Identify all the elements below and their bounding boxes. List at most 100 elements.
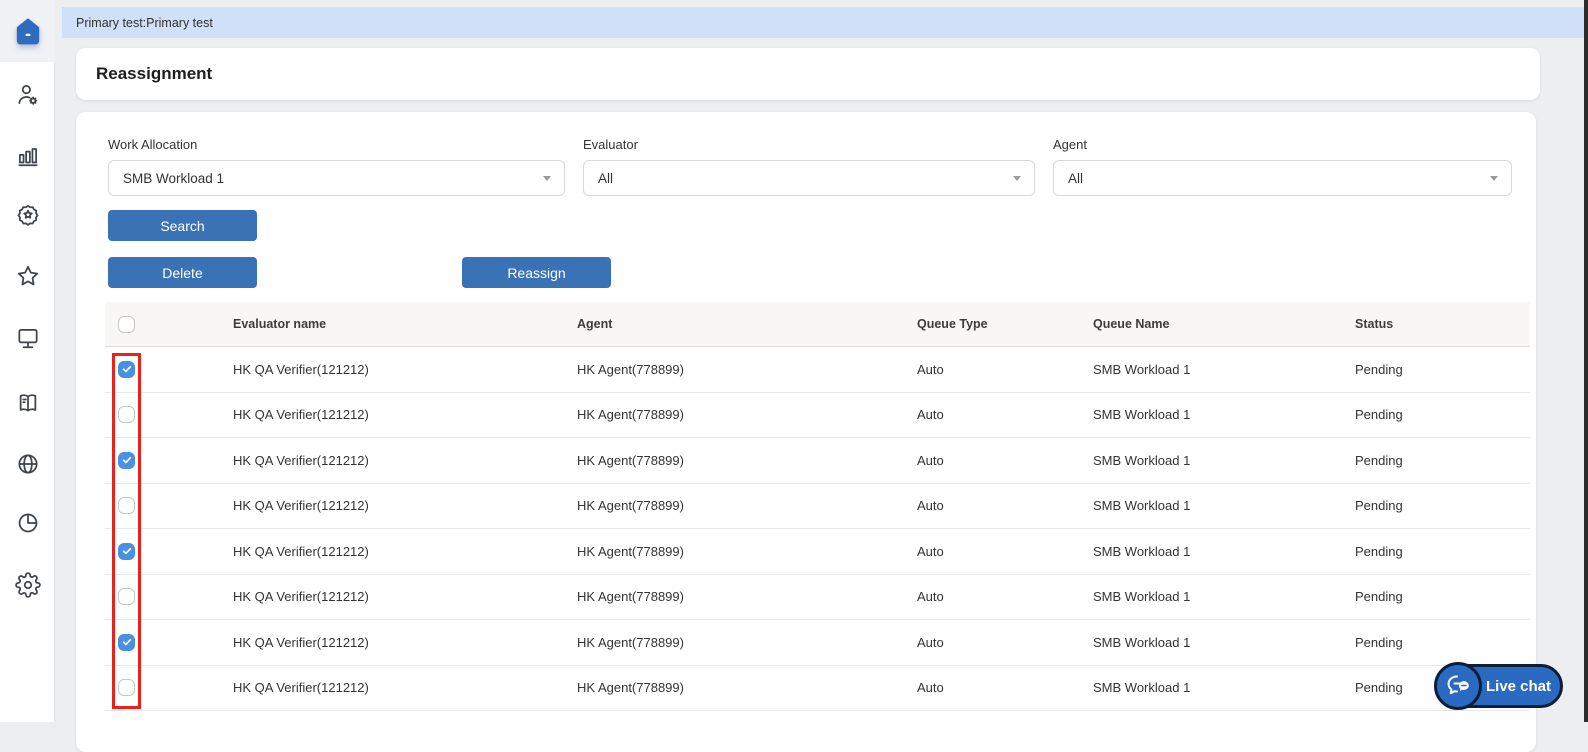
agent-label: Agent (1053, 137, 1087, 152)
sidebar-item-quality[interactable] (15, 202, 41, 228)
table-row: HK QA Verifier(121212) HK Agent(778899) … (105, 392, 1530, 438)
cell-evaluator: HK QA Verifier(121212) (233, 634, 369, 650)
content-area: Primary test:Primary test Reassignment W… (56, 0, 1584, 752)
select-all-checkbox[interactable] (118, 315, 135, 333)
chevron-down-icon (1013, 176, 1021, 181)
row-checkbox[interactable] (118, 679, 135, 697)
agent-select[interactable]: All (1053, 160, 1512, 196)
sidebar-item-reports[interactable] (15, 143, 41, 169)
cell-evaluator: HK QA Verifier(121212) (233, 498, 369, 514)
table-row: HK QA Verifier(121212) HK Agent(778899) … (105, 620, 1530, 666)
cell-evaluator: HK QA Verifier(121212) (233, 680, 369, 696)
cell-status: Pending (1355, 407, 1403, 423)
evaluator-value: All (598, 170, 614, 186)
top-bar-title: Primary test:Primary test (76, 15, 213, 30)
cell-queue-name: SMB Workload 1 (1093, 589, 1191, 605)
sidebar-item-users[interactable] (15, 82, 41, 108)
live-chat-button[interactable]: Live chat (1434, 662, 1563, 710)
cell-queue-type: Auto (917, 589, 944, 605)
main-panel: Work Allocation SMB Workload 1 Evaluator… (76, 112, 1536, 752)
cell-queue-name: SMB Workload 1 (1093, 498, 1191, 514)
row-checkbox[interactable] (118, 588, 135, 606)
gear-icon (15, 572, 41, 602)
sidebar-item-settings[interactable] (15, 572, 41, 598)
cell-agent: HK Agent(778899) (577, 634, 684, 650)
globe-icon (15, 454, 41, 481)
row-checkbox[interactable] (118, 360, 135, 378)
cell-queue-name: SMB Workload 1 (1093, 452, 1191, 468)
table-row: HK QA Verifier(121212) HK Agent(778899) … (105, 438, 1530, 484)
col-queue-type: Queue Type (917, 317, 988, 331)
cell-evaluator: HK QA Verifier(121212) (233, 589, 369, 605)
cell-agent: HK Agent(778899) (577, 361, 684, 377)
col-agent: Agent (577, 317, 613, 331)
page-title-card: Reassignment (76, 48, 1540, 100)
table-row: HK QA Verifier(121212) HK Agent(778899) … (105, 483, 1530, 529)
cell-agent: HK Agent(778899) (577, 498, 684, 514)
user-gear-icon (15, 85, 41, 112)
cell-queue-name: SMB Workload 1 (1093, 543, 1191, 559)
reassignment-table: Evaluator name Agent Queue Type Queue Na… (105, 302, 1530, 711)
book-icon (15, 394, 41, 420)
cell-queue-name: SMB Workload 1 (1093, 361, 1191, 377)
evaluator-select[interactable]: All (583, 160, 1035, 196)
top-bar: Primary test:Primary test (62, 7, 1584, 38)
home-icon (11, 18, 45, 54)
sidebar-item-favorites[interactable] (15, 263, 41, 289)
cell-agent: HK Agent(778899) (577, 452, 684, 468)
pie-chart-icon (15, 513, 41, 540)
agent-value: All (1068, 170, 1084, 186)
cell-status: Pending (1355, 543, 1403, 559)
cell-queue-name: SMB Workload 1 (1093, 634, 1191, 650)
cell-queue-type: Auto (917, 407, 944, 423)
table-row: HK QA Verifier(121212) HK Agent(778899) … (105, 347, 1530, 393)
sidebar-item-monitoring[interactable] (15, 325, 41, 351)
table-row: HK QA Verifier(121212) HK Agent(778899) … (105, 574, 1530, 620)
cell-queue-type: Auto (917, 452, 944, 468)
cell-queue-type: Auto (917, 543, 944, 559)
cell-evaluator: HK QA Verifier(121212) (233, 452, 369, 468)
work-allocation-select[interactable]: SMB Workload 1 (108, 160, 565, 196)
cell-evaluator: HK QA Verifier(121212) (233, 543, 369, 559)
sidebar-item-global[interactable] (15, 451, 41, 477)
window-scrollbar[interactable] (1584, 0, 1588, 722)
cell-queue-name: SMB Workload 1 (1093, 680, 1191, 696)
bar-chart-icon (15, 148, 41, 173)
cell-status: Pending (1355, 361, 1403, 377)
chevron-down-icon (543, 176, 551, 181)
sidebar (0, 0, 55, 722)
chat-bubble-icon (1434, 662, 1482, 710)
table-header: Evaluator name Agent Queue Type Queue Na… (105, 302, 1530, 347)
row-checkbox[interactable] (118, 451, 135, 469)
cell-evaluator: HK QA Verifier(121212) (233, 361, 369, 377)
col-evaluator-name: Evaluator name (233, 317, 327, 331)
work-allocation-label: Work Allocation (108, 137, 198, 152)
col-queue-name: Queue Name (1093, 317, 1170, 331)
evaluator-label: Evaluator (583, 137, 638, 152)
cell-status: Pending (1355, 589, 1403, 605)
cell-queue-type: Auto (917, 498, 944, 514)
cell-queue-name: SMB Workload 1 (1093, 407, 1191, 423)
sidebar-item-library[interactable] (15, 390, 41, 416)
cell-status: Pending (1355, 634, 1403, 650)
table-row: HK QA Verifier(121212) HK Agent(778899) … (105, 529, 1530, 575)
cell-queue-type: Auto (917, 680, 944, 696)
row-checkbox[interactable] (118, 497, 135, 515)
sidebar-item-analytics[interactable] (15, 510, 41, 536)
monitor-icon (15, 329, 41, 355)
star-icon (15, 266, 41, 293)
delete-button[interactable]: Delete (108, 257, 257, 288)
row-checkbox[interactable] (118, 406, 135, 424)
cell-queue-type: Auto (917, 634, 944, 650)
search-button[interactable]: Search (108, 210, 257, 241)
cell-agent: HK Agent(778899) (577, 543, 684, 559)
cell-evaluator: HK QA Verifier(121212) (233, 407, 369, 423)
cell-agent: HK Agent(778899) (577, 680, 684, 696)
row-checkbox[interactable] (118, 633, 135, 651)
cell-agent: HK Agent(778899) (577, 589, 684, 605)
sidebar-item-home[interactable] (11, 14, 45, 50)
reassign-button[interactable]: Reassign (462, 257, 611, 288)
work-allocation-value: SMB Workload 1 (123, 170, 225, 186)
cell-queue-type: Auto (917, 361, 944, 377)
row-checkbox[interactable] (118, 542, 135, 560)
